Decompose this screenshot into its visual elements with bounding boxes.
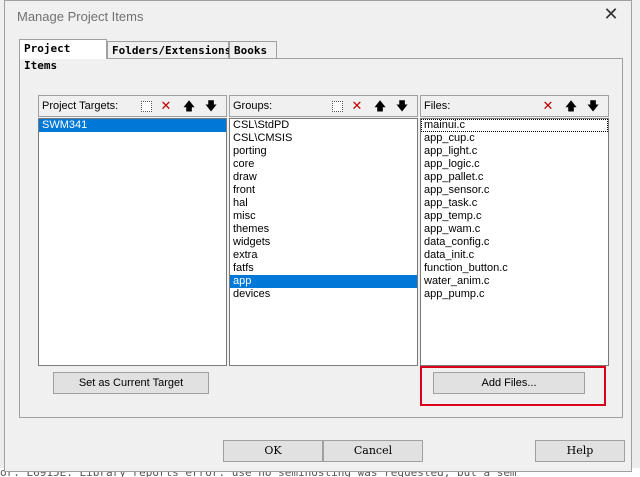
list-item[interactable]: devices [230,288,417,301]
files-header-label: Files: [424,100,451,112]
groups-header-label: Groups: [233,100,273,112]
list-item[interactable]: app_light.c [421,145,608,158]
move-down-icon[interactable]: 🡇 [584,98,602,115]
groups-header: Groups: ✕ 🡅 🡇 [229,95,418,117]
list-item[interactable]: app_pump.c [421,288,608,301]
list-item[interactable]: mainui.c [421,119,608,132]
list-item[interactable]: data_config.c [421,236,608,249]
list-item[interactable]: front [230,184,417,197]
targets-panel: Project Targets: ✕ 🡅 🡇 SWM341 [38,95,227,366]
list-item[interactable]: app_pallet.c [421,171,608,184]
files-header: Files: ✕ 🡅 🡇 [420,95,609,117]
list-item[interactable]: app_logic.c [421,158,608,171]
move-up-icon[interactable]: 🡅 [371,98,389,115]
list-item[interactable]: app_task.c [421,197,608,210]
new-item-icon[interactable] [328,98,346,115]
move-up-icon[interactable]: 🡅 [180,98,198,115]
targets-list[interactable]: SWM341 [38,118,227,366]
list-item[interactable]: app_temp.c [421,210,608,223]
list-item[interactable]: misc [230,210,417,223]
targets-header: Project Targets: ✕ 🡅 🡇 [38,95,227,117]
help-button[interactable]: Help [535,440,625,462]
list-item[interactable]: function_button.c [421,262,608,275]
tab-books[interactable]: Books [229,41,277,58]
tab-project-items[interactable]: Project Items [19,39,107,72]
delete-icon[interactable]: ✕ [539,98,557,115]
list-item[interactable]: app_cup.c [421,132,608,145]
delete-icon[interactable]: ✕ [348,98,366,115]
groups-list[interactable]: CSL\StdPD CSL\CMSIS porting core draw fr… [229,118,418,366]
tab-folders-extensions[interactable]: Folders/Extensions [107,41,231,58]
list-item[interactable]: themes [230,223,417,236]
set-current-target-button[interactable]: Set as Current Target [53,372,209,394]
list-item[interactable]: widgets [230,236,417,249]
files-list[interactable]: mainui.c app_cup.c app_light.c app_logic… [420,118,609,366]
dialog-title: Manage Project Items [17,9,144,24]
list-item[interactable]: app_wam.c [421,223,608,236]
list-item[interactable]: fatfs [230,262,417,275]
list-item[interactable]: water_anim.c [421,275,608,288]
list-item[interactable]: porting [230,145,417,158]
list-item[interactable]: SWM341 [39,119,226,132]
list-item[interactable]: data_init.c [421,249,608,262]
move-down-icon[interactable]: 🡇 [393,98,411,115]
move-down-icon[interactable]: 🡇 [202,98,220,115]
files-panel: Files: ✕ 🡅 🡇 mainui.c app_cup.c app_ligh… [420,95,609,366]
new-item-icon[interactable] [137,98,155,115]
delete-icon[interactable]: ✕ [157,98,175,115]
targets-header-label: Project Targets: [42,100,119,112]
list-item[interactable]: app_sensor.c [421,184,608,197]
list-item[interactable]: CSL\CMSIS [230,132,417,145]
ok-button[interactable]: OK [223,440,323,462]
list-item[interactable]: CSL\StdPD [230,119,417,132]
move-up-icon[interactable]: 🡅 [562,98,580,115]
list-item[interactable]: hal [230,197,417,210]
list-item[interactable]: core [230,158,417,171]
list-item[interactable]: extra [230,249,417,262]
list-item[interactable]: draw [230,171,417,184]
add-files-highlight-box [420,366,606,406]
groups-panel: Groups: ✕ 🡅 🡇 CSL\StdPD CSL\CMSIS portin… [229,95,418,366]
cancel-button[interactable]: Cancel [323,440,423,462]
close-icon[interactable]: ✕ [601,5,621,25]
list-item[interactable]: app [230,275,417,288]
